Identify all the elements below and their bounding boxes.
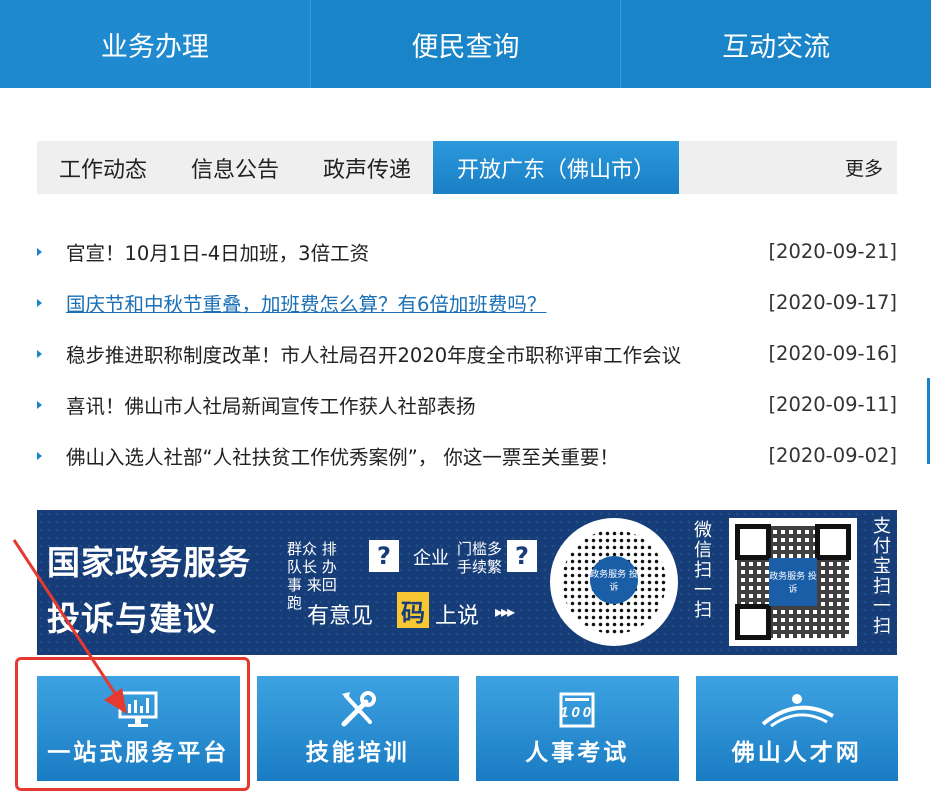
news-date: [2020-09-02] [768, 444, 897, 467]
complaint-banner[interactable]: 国家政务服务 投诉与建议 群众 排队长 办事 来回跑 ? 企业 门槛多 手续繁 … [37, 510, 897, 655]
news-title[interactable]: 喜讯！佛山市人社局新闻宣传工作获人社部表扬 [66, 390, 768, 419]
tile-label: 技能培训 [305, 740, 410, 766]
annotation-highlight-box [15, 657, 250, 791]
question-icon: ? [369, 540, 399, 572]
nav-business[interactable]: 业务办理 [0, 0, 311, 88]
tab-government-voice[interactable]: 政声传递 [301, 141, 433, 194]
tab-work-news[interactable]: 工作动态 [37, 141, 169, 194]
news-title[interactable]: 佛山入选人社部“人社扶贫工作优秀案例”， 你这一票至关重要！ [66, 441, 768, 470]
news-date: [2020-09-21] [768, 240, 897, 263]
svg-text:100: 100 [560, 704, 594, 721]
qr-finder [735, 604, 771, 640]
bullet-icon [37, 298, 42, 307]
banner-code-char: 码 [397, 592, 429, 628]
question-icon: ? [507, 540, 537, 572]
news-list: 官宣！10月1日-4日加班，3倍工资 [2020-09-21] 国庆节和中秋节重… [37, 226, 897, 481]
news-title[interactable]: 官宣！10月1日-4日加班，3倍工资 [66, 237, 768, 266]
news-title[interactable]: 国庆节和中秋节重叠，加班费怎么算？有6倍加班费吗？ [66, 288, 768, 317]
banner-title-2: 投诉与建议 [47, 599, 217, 638]
list-item[interactable]: 稳步推进职称制度改革！市人社局召开2020年度全市职称评审工作会议 [2020-… [37, 328, 897, 379]
tab-open-guangdong[interactable]: 开放广东（佛山市） [433, 141, 680, 194]
tile-label: 人事考试 [525, 740, 630, 766]
list-item[interactable]: 官宣！10月1日-4日加班，3倍工资 [2020-09-21] [37, 226, 897, 277]
tile-skills-training[interactable]: 技能培训 [256, 676, 459, 781]
news-tabs: 工作动态 信息公告 政声传递 开放广东（佛山市） 更多 [37, 141, 897, 194]
exam-100-icon: 100 [559, 692, 595, 728]
qr-center-label: 政务服务 投诉 [769, 558, 817, 606]
banner-say-1: 有意见 [307, 604, 374, 629]
wechat-qr-code: 政务服务 投诉 [550, 518, 678, 646]
banner-slogan-b: 企业 [413, 548, 449, 569]
tile-label: 佛山人才网 [731, 740, 862, 766]
top-nav: 业务办理 便民查询 互动交流 [0, 0, 931, 88]
bullet-icon [37, 400, 42, 409]
banner-title-1: 国家政务服务 [47, 543, 251, 582]
scrollbar-thumb[interactable] [927, 378, 930, 464]
alipay-scan-label: 支付宝扫一扫 [870, 516, 891, 636]
qr-finder [815, 524, 851, 560]
tile-personnel-exam[interactable]: 100 人事考试 [476, 676, 679, 781]
banner-slogan-c: 门槛多 手续繁 [457, 540, 503, 576]
bullet-icon [37, 349, 42, 358]
nav-interact[interactable]: 互动交流 [621, 0, 931, 88]
news-date: [2020-09-11] [768, 393, 897, 416]
arrows-icon: ▸▸▸ [495, 602, 515, 621]
bullet-icon [37, 451, 42, 460]
talent-logo-icon [761, 694, 834, 728]
list-item[interactable]: 喜讯！佛山市人社局新闻宣传工作获人社部表扬 [2020-09-11] [37, 379, 897, 430]
bullet-icon [37, 247, 42, 256]
tile-foshan-talent[interactable]: 佛山人才网 [695, 676, 898, 781]
qr-center-label: 政务服务 投诉 [590, 556, 638, 604]
qr-finder [735, 524, 771, 560]
news-title[interactable]: 稳步推进职称制度改革！市人社局召开2020年度全市职称评审工作会议 [66, 339, 768, 368]
tab-announcements[interactable]: 信息公告 [169, 141, 301, 194]
list-item[interactable]: 佛山入选人社部“人社扶贫工作优秀案例”， 你这一票至关重要！ [2020-09-… [37, 430, 897, 481]
nav-query[interactable]: 便民查询 [311, 0, 622, 88]
list-item[interactable]: 国庆节和中秋节重叠，加班费怎么算？有6倍加班费吗？ [2020-09-17] [37, 277, 897, 328]
alipay-qr-code: 政务服务 投诉 [729, 518, 857, 646]
more-link[interactable]: 更多 [845, 141, 897, 194]
news-date: [2020-09-17] [768, 291, 897, 314]
wechat-scan-label: 微信扫一扫 [691, 520, 712, 620]
tools-icon [341, 691, 376, 727]
banner-say-2: 上说 [435, 604, 480, 629]
news-date: [2020-09-16] [768, 342, 897, 365]
